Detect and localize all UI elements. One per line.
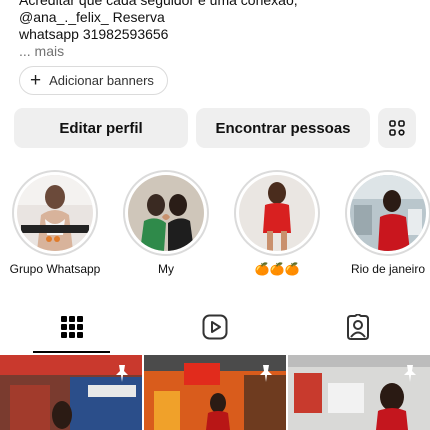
highlight-ring bbox=[123, 170, 209, 256]
add-banners-button[interactable]: + Adicionar banners bbox=[19, 66, 168, 95]
plus-icon: + bbox=[30, 70, 42, 91]
highlight-ring bbox=[234, 170, 320, 256]
bio-line-2: @ana_._felix_ Reserva bbox=[19, 9, 165, 25]
tab-tagged[interactable] bbox=[286, 302, 429, 352]
pin-icon bbox=[404, 365, 416, 382]
post-grid bbox=[0, 355, 430, 430]
highlight-oranges[interactable]: 🍊🍊🍊 bbox=[222, 170, 332, 276]
post-thumbnail[interactable] bbox=[0, 355, 142, 430]
highlight-cover bbox=[239, 175, 315, 251]
post-thumbnail[interactable] bbox=[144, 355, 286, 430]
highlight-label: 🍊🍊🍊 bbox=[254, 262, 300, 276]
bio-line-1: Acreditar que cada seguidor é uma conexã… bbox=[19, 0, 298, 8]
profile-actions: Editar perfil Encontrar pessoas bbox=[14, 108, 416, 148]
highlight-grupo-whatsapp[interactable]: Grupo Whatsapp bbox=[0, 170, 110, 276]
discover-people-button[interactable] bbox=[378, 108, 416, 148]
highlight-my[interactable]: My bbox=[111, 170, 221, 276]
tab-posts[interactable] bbox=[0, 302, 143, 352]
find-people-button[interactable]: Encontrar pessoas bbox=[196, 108, 370, 148]
highlight-ring bbox=[345, 170, 430, 256]
post-thumbnail[interactable] bbox=[288, 355, 430, 430]
highlight-label: Rio de janeiro bbox=[350, 262, 426, 276]
edit-profile-button[interactable]: Editar perfil bbox=[14, 108, 188, 148]
highlight-cover bbox=[350, 175, 426, 251]
highlight-rio-de-janeiro[interactable]: Rio de janeiro bbox=[333, 170, 430, 276]
highlight-cover bbox=[17, 175, 93, 251]
tagged-icon bbox=[346, 314, 369, 340]
reels-icon bbox=[202, 314, 227, 340]
pin-icon bbox=[260, 365, 272, 382]
bio-line-3: whatsapp 31982593656 bbox=[19, 26, 169, 42]
grid-icon bbox=[60, 316, 83, 338]
profile-tabs bbox=[0, 302, 430, 353]
person-add-icon bbox=[389, 120, 405, 136]
tab-reels[interactable] bbox=[143, 302, 286, 352]
highlight-label: My bbox=[158, 262, 174, 276]
add-banners-label: Adicionar banners bbox=[49, 73, 154, 88]
active-tab-indicator bbox=[33, 351, 110, 353]
story-highlights: Grupo Whatsapp My 🍊🍊🍊 Rio de janeiro bbox=[0, 170, 430, 280]
bio-more-link[interactable]: ... mais bbox=[19, 43, 419, 60]
highlight-label: Grupo Whatsapp bbox=[9, 262, 101, 276]
profile-bio: Acreditar que cada seguidor é uma conexã… bbox=[19, 0, 419, 60]
pin-icon bbox=[116, 365, 128, 382]
highlight-ring bbox=[12, 170, 98, 256]
highlight-cover bbox=[128, 175, 204, 251]
